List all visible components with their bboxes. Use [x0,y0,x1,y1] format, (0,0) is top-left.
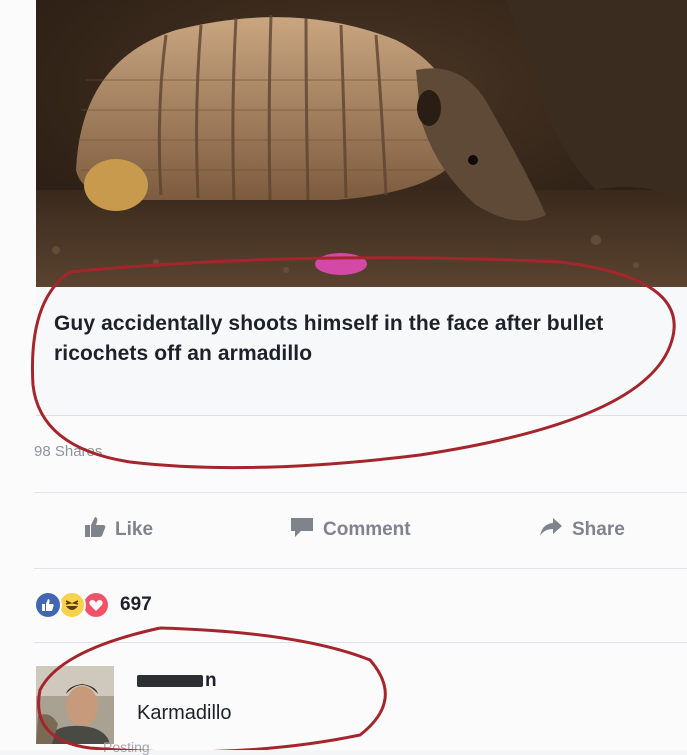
comment-text: Karmadillo [137,702,232,724]
comment-button[interactable]: Comment [290,515,411,545]
commenter-name-fragment: n [205,670,217,691]
shares-count[interactable]: 98 Shares [34,443,102,460]
comment-item: n Karmadillo [34,666,687,750]
thumbs-up-icon [84,516,106,544]
article-headline[interactable]: Guy accidentally shoots himself in the f… [54,309,674,369]
divider [34,642,687,643]
commenter-avatar[interactable] [36,666,114,744]
divider [34,492,687,493]
comment-posting-status: Posting [103,739,150,755]
commenter-name[interactable]: n [137,670,217,692]
like-reaction-icon [34,591,62,619]
action-bar: Like Comment Share [34,505,687,555]
like-button[interactable]: Like [84,515,153,545]
reaction-count: 697 [120,594,152,615]
like-label: Like [115,519,154,540]
share-button[interactable]: Share [539,515,625,545]
article-photo[interactable] [36,0,687,287]
facebook-post: Guy accidentally shoots himself in the f… [0,0,687,755]
haha-reaction-icon [58,591,86,619]
share-label: Share [572,519,625,540]
speech-bubble-icon [290,516,314,544]
comment-label: Comment [323,519,411,540]
redacted-name-bar [137,674,203,687]
love-reaction-icon [82,591,110,619]
divider [34,568,687,569]
reactions-summary[interactable]: 697 [34,588,152,622]
share-arrow-icon [539,517,563,543]
link-preview-card[interactable]: Guy accidentally shoots himself in the f… [36,287,687,416]
armadillo-image [36,0,687,287]
